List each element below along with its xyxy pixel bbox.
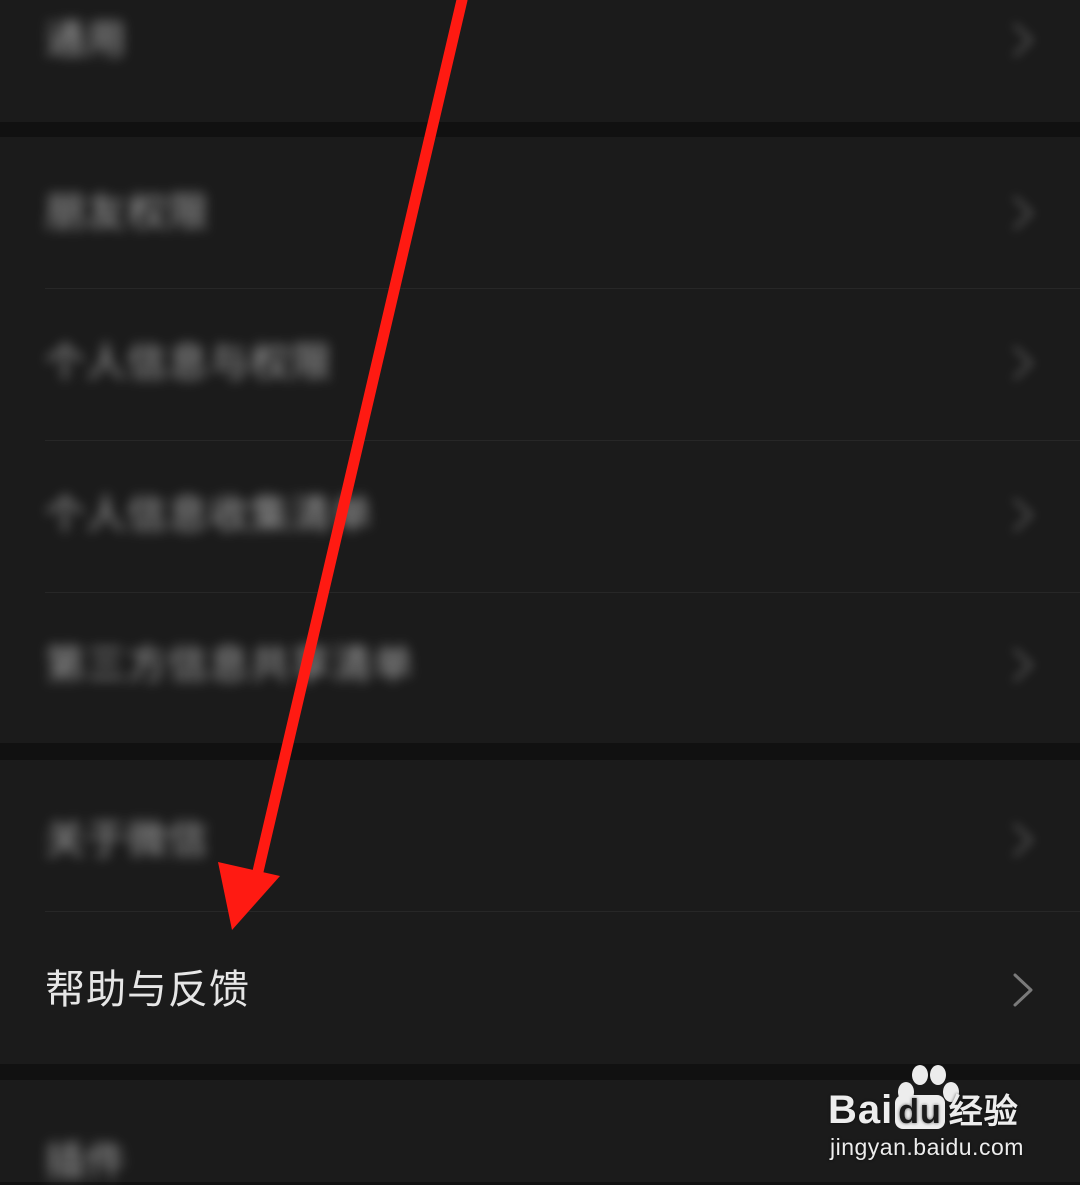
settings-item-label: 个人信息收集清单 (45, 492, 373, 538)
chevron-right-icon (1013, 648, 1033, 682)
watermark-brand-du: du (895, 1095, 945, 1129)
settings-screen: 通用 朋友权限 个人信息与权限 个人信息收集清单 第三方信息共享清单 关于微信 … (0, 0, 1080, 1182)
settings-item-general[interactable]: 通用 (0, 0, 1080, 122)
chevron-right-icon (1013, 346, 1033, 380)
settings-item-label: 通用 (45, 17, 127, 63)
chevron-right-icon (1013, 498, 1033, 532)
settings-item-personal-info-collection[interactable]: 个人信息收集清单 (0, 441, 1080, 593)
watermark-brand-bai: Bai (828, 1088, 894, 1132)
chevron-right-icon (1013, 23, 1033, 57)
settings-item-label: 关于微信 (45, 817, 209, 863)
watermark-url: jingyan.baidu.com (830, 1134, 1024, 1160)
settings-item-about[interactable]: 关于微信 (0, 760, 1080, 912)
settings-item-help-feedback[interactable]: 帮助与反馈 (0, 912, 1080, 1064)
settings-item-friend-permissions[interactable]: 朋友权限 (0, 137, 1080, 289)
chevron-right-icon (1013, 823, 1033, 857)
settings-item-label: 帮助与反馈 (45, 967, 250, 1013)
settings-item-personal-info-permissions[interactable]: 个人信息与权限 (0, 289, 1080, 441)
settings-item-label: 插件 (45, 1139, 127, 1185)
chevron-right-icon (1013, 196, 1033, 230)
settings-item-label: 个人信息与权限 (45, 340, 332, 386)
settings-item-label: 第三方信息共享清单 (45, 642, 414, 688)
watermark-brand: Bai du 经验 (828, 1090, 1019, 1130)
settings-item-label: 朋友权限 (45, 190, 209, 236)
settings-item-third-party-sharing[interactable]: 第三方信息共享清单 (0, 593, 1080, 743)
chevron-right-icon (1013, 973, 1033, 1007)
watermark-brand-cn: 经验 (948, 1092, 1019, 1132)
baidu-jingyan-watermark: Bai du 经验 jingyan.baidu.com (826, 1062, 1036, 1172)
